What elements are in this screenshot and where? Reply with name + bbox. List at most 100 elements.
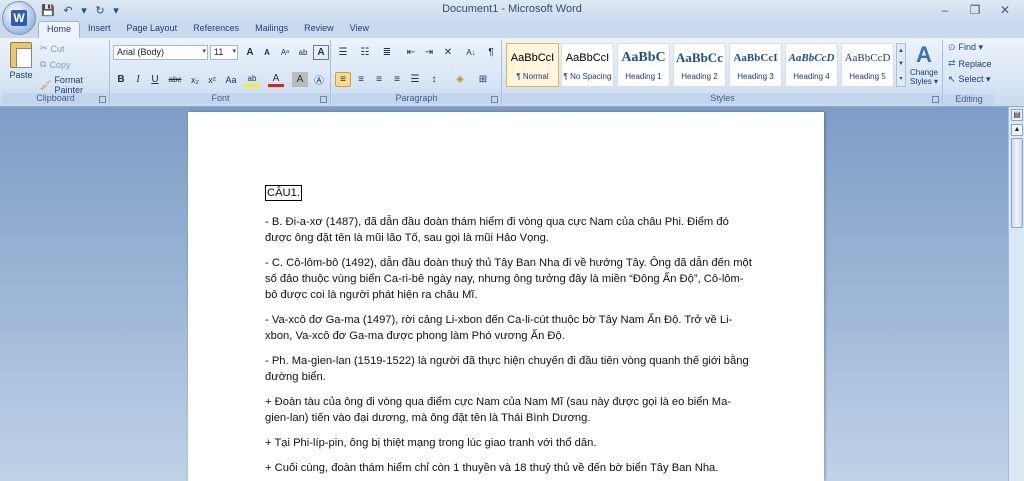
style-name: Heading 3 [737, 72, 774, 81]
replace-button[interactable]: ⇄ Replace [948, 58, 992, 69]
style-heading-3[interactable]: AaBbCcI Heading 3 [729, 43, 782, 87]
grow-font-button[interactable]: A [242, 45, 258, 60]
multilevel-list-icon[interactable]: ≣ [379, 45, 395, 60]
tab-view[interactable]: View [342, 21, 377, 38]
format-painter-label: Format Painter [54, 75, 83, 95]
word-logo-icon: W [11, 10, 27, 26]
change-styles-label: Change [909, 68, 939, 77]
copy-button[interactable]: ⧉ Copy [40, 59, 70, 70]
select-button[interactable]: ↖ Select ▾ [948, 74, 991, 85]
paragraph-group-label: Paragraph [332, 93, 501, 104]
clipboard-launcher-icon[interactable] [99, 96, 106, 103]
align-center-icon[interactable]: ≡ [353, 72, 369, 87]
style-name: Heading 2 [681, 72, 718, 81]
shrink-font-button[interactable]: A [259, 45, 275, 60]
vertical-scrollbar[interactable]: ▤ ▲ [1008, 107, 1024, 481]
format-painter-button[interactable]: 🖌 Format Painter [40, 75, 109, 95]
style-name: Heading 5 [849, 72, 886, 81]
tab-home[interactable]: Home [38, 21, 81, 38]
restore-button[interactable]: ❐ [960, 1, 990, 19]
subscript-button[interactable]: x₂ [187, 72, 203, 87]
highlight-color-button[interactable]: ab [244, 72, 260, 87]
copy-icon: ⧉ [40, 59, 47, 69]
bold-button[interactable]: B [113, 72, 129, 87]
style-sample: AaBbCcI [733, 52, 778, 64]
shading-icon[interactable]: ◈ [452, 72, 468, 87]
scroll-up-icon[interactable]: ▲ [1011, 124, 1023, 136]
view-ruler-icon[interactable]: ▤ [1011, 109, 1023, 121]
style-no-spacing[interactable]: AaBbCcI ¶ No Spacing [561, 43, 614, 87]
style-heading-1[interactable]: AaBbC Heading 1 [617, 43, 670, 87]
scroll-thumb[interactable] [1011, 138, 1023, 228]
minimize-button[interactable]: – [930, 1, 960, 19]
document-page[interactable]: CÂU1. - B. Đi-a-xơ (1487), đã dẫn đầu đo… [188, 112, 824, 481]
tab-page-layout[interactable]: Page Layout [119, 21, 186, 38]
font-name-select[interactable]: Arial (Body) ▾ [113, 45, 208, 60]
align-right-icon[interactable]: ≡ [371, 72, 387, 87]
align-left-icon[interactable]: ≡ [335, 72, 351, 87]
select-label: Select ▾ [958, 74, 991, 84]
binoculars-icon: ⊙ [948, 42, 956, 52]
strikethrough-button[interactable]: abc [167, 72, 183, 87]
find-button[interactable]: ⊙ Find ▾ [948, 42, 983, 53]
scissors-icon: ✂ [40, 43, 48, 53]
tab-mailings[interactable]: Mailings [247, 21, 296, 38]
document-paragraph: + Cuối cùng, đoàn thám hiểm chỉ còn 1 th… [265, 462, 719, 474]
font-color-button[interactable]: A [268, 72, 284, 87]
close-button[interactable]: ✕ [990, 1, 1020, 19]
paste-icon [10, 42, 32, 68]
style-sample: AaBbCcD [788, 52, 835, 64]
cut-label: Cut [50, 43, 65, 54]
styles-launcher-icon[interactable] [932, 96, 939, 103]
replace-label: Replace [958, 58, 992, 69]
show-formatting-icon[interactable]: ¶ [483, 45, 499, 60]
justify-icon[interactable]: ≡ [389, 72, 405, 87]
numbering-icon[interactable]: ☷ [357, 45, 373, 60]
superscript-button[interactable]: x² [204, 72, 220, 87]
paste-button[interactable]: Paste [6, 42, 36, 80]
ribbon-tabs: Home Insert Page Layout References Maili… [0, 21, 1024, 38]
paragraph-launcher-icon[interactable] [491, 96, 498, 103]
sort-icon[interactable]: A↓ [463, 45, 479, 60]
document-body[interactable]: CÂU1. - B. Đi-a-xơ (1487), đã dẫn đầu đo… [265, 185, 755, 481]
enclose-characters-button[interactable]: Ⓐ [311, 72, 327, 87]
change-case-button[interactable]: Aa [223, 72, 239, 87]
underline-button[interactable]: U [147, 72, 163, 87]
change-styles-button[interactable]: A Change Styles ▾ [907, 42, 941, 86]
borders-icon[interactable]: ⊞ [475, 72, 491, 87]
clear-formatting-button[interactable]: Aᵃ [277, 45, 293, 60]
style-heading-2[interactable]: AaBbCc Heading 2 [673, 43, 726, 87]
character-border-button[interactable]: A [313, 45, 329, 60]
style-sample: AaBbCcD [844, 52, 891, 64]
phonetic-guide-button[interactable]: ab [295, 45, 311, 60]
tab-references[interactable]: References [185, 21, 247, 38]
paragraph-group: ☰ ☷ ≣ ⇤ ⇥ ✕ A↓ ¶ ≡ ≡ ≡ ≡ ☰ ↕ ◈ ⊞ Paragra… [332, 40, 502, 105]
character-shading-button[interactable]: A [292, 72, 308, 87]
line-spacing-icon[interactable]: ↕ [426, 72, 442, 87]
change-styles-icon: A [916, 42, 932, 67]
asian-layout-icon[interactable]: ✕ [440, 45, 456, 60]
clipboard-group-label: Clipboard [2, 93, 109, 104]
distributed-icon[interactable]: ☰ [407, 72, 423, 87]
editing-group-label: Editing [944, 94, 994, 105]
font-launcher-icon[interactable] [320, 96, 327, 103]
window-title: Document1 - Microsoft Word [442, 3, 582, 15]
font-size-select[interactable]: 11 ▾ [210, 45, 238, 60]
copy-label: Copy [49, 59, 71, 70]
bullets-icon[interactable]: ☰ [335, 45, 351, 60]
cut-button[interactable]: ✂ Cut [40, 43, 65, 54]
decrease-indent-icon[interactable]: ⇤ [403, 45, 419, 60]
style-heading-5[interactable]: AaBbCcD Heading 5 [841, 43, 894, 87]
style-normal[interactable]: AaBbCcI ¶ Normal [506, 43, 559, 87]
style-heading-4[interactable]: AaBbCcD Heading 4 [785, 43, 838, 87]
clipboard-group: Paste ✂ Cut ⧉ Copy 🖌 Format Painter Clipboa… [2, 40, 110, 105]
styles-gallery-scroll[interactable]: ▲ ▼ ▾ [896, 43, 906, 87]
style-name: ¶ No Spacing [563, 72, 612, 81]
office-button[interactable]: W [2, 1, 36, 35]
paintbrush-icon: 🖌 [40, 79, 52, 90]
style-sample: AaBbC [621, 50, 666, 65]
tab-review[interactable]: Review [296, 21, 342, 38]
italic-button[interactable]: I [130, 72, 146, 87]
tab-insert[interactable]: Insert [80, 21, 119, 38]
increase-indent-icon[interactable]: ⇥ [421, 45, 437, 60]
